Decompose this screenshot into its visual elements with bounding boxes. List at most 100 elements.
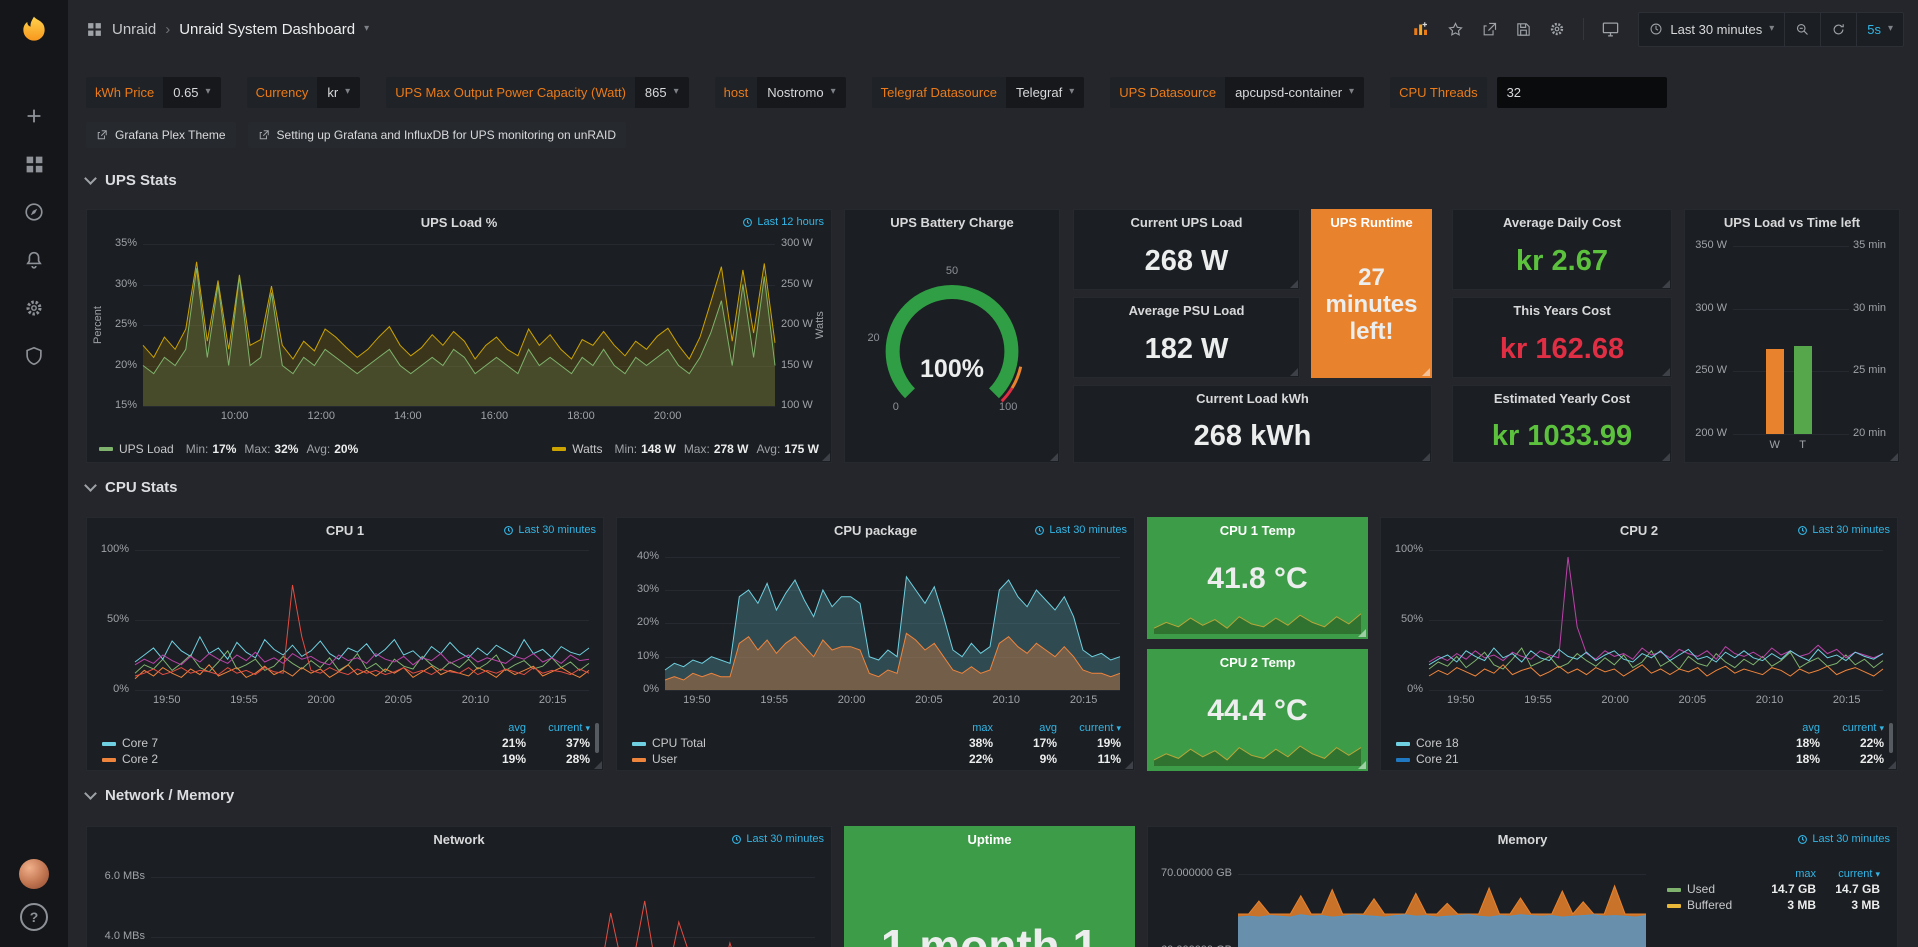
breadcrumb-app[interactable]: Unraid	[112, 21, 156, 38]
variable-value-dropdown[interactable]: apcupsd-container▾	[1225, 77, 1364, 108]
variable-value-dropdown[interactable]: 865▾	[635, 77, 689, 108]
refresh-interval-select[interactable]: 5s ▾	[1856, 13, 1903, 46]
legend-series-name[interactable]: Buffered	[1687, 898, 1732, 912]
panel-title[interactable]: Estimated Yearly Cost	[1494, 391, 1630, 406]
legend-sort-current[interactable]: current▾	[1821, 867, 1885, 881]
panel-title[interactable]: UPS Battery Charge	[890, 215, 1014, 230]
panel-time-override[interactable]: Last 30 minutes	[503, 524, 596, 536]
panel-title[interactable]: UPS Load vs Time left	[1724, 215, 1860, 230]
panel-title[interactable]: Memory	[1498, 832, 1548, 847]
panel-time-override[interactable]: Last 30 minutes	[731, 833, 824, 845]
legend-sort-avg[interactable]: avg	[1761, 721, 1825, 735]
dashboard-settings-button[interactable]	[1541, 14, 1573, 44]
legend-scrollbar[interactable]	[595, 723, 599, 753]
legend-value: 18%	[1761, 735, 1825, 751]
sort-caret-icon: ▾	[1875, 869, 1880, 879]
dashboard-link[interactable]: Setting up Grafana and InfluxDB for UPS …	[248, 122, 627, 148]
server-admin-button[interactable]	[14, 336, 54, 376]
help-button[interactable]: ?	[20, 903, 48, 931]
panel-title[interactable]: Network	[433, 832, 484, 847]
graph-cpu-2[interactable]: 0%50%100%19:5019:5520:0020:0520:1020:15	[1385, 544, 1893, 710]
variable-value-dropdown[interactable]: Telegraf▾	[1006, 77, 1084, 108]
panel-title[interactable]: This Years Cost	[1513, 303, 1610, 318]
save-button[interactable]	[1507, 14, 1539, 44]
time-range-picker[interactable]: Last 30 minutes ▾	[1639, 13, 1784, 46]
legend: avgcurrent▾Core 1818%22%Core 2118%22%	[1391, 721, 1889, 767]
explore-button[interactable]	[14, 192, 54, 232]
panel-time-override[interactable]: Last 30 minutes	[1797, 524, 1890, 536]
legend-series-name[interactable]: Core 2	[122, 752, 158, 766]
row-header-cpu-stats[interactable]: CPU Stats	[86, 479, 178, 496]
panel-title[interactable]: Uptime	[967, 832, 1011, 847]
legend-series-name[interactable]: Core 18	[1416, 736, 1459, 750]
variable-value-dropdown[interactable]: kr▾	[317, 77, 360, 108]
variable-value-dropdown[interactable]: 0.65▾	[163, 77, 220, 108]
graph-cpu-1[interactable]: 0%50%100%19:5019:5520:0020:0520:1020:15	[91, 544, 599, 710]
graph-cpu-package[interactable]: 0%10%20%30%40%19:5019:5520:0020:0520:102…	[621, 544, 1130, 710]
legend-series-name[interactable]: Used	[1687, 882, 1715, 896]
legend-series-name[interactable]: Watts	[572, 442, 602, 456]
legend-sort-max[interactable]: max	[934, 721, 998, 735]
alerting-button[interactable]	[14, 240, 54, 280]
add-panel-button[interactable]	[1405, 14, 1437, 44]
row-header-ups-stats[interactable]: UPS Stats	[86, 172, 177, 189]
chevron-down-icon: ▾	[1769, 24, 1774, 34]
grafana-logo[interactable]	[14, 10, 54, 50]
legend-series-name[interactable]: CPU Total	[652, 736, 706, 750]
cycle-view-button[interactable]	[1594, 14, 1626, 44]
chevron-down-icon	[84, 479, 97, 492]
legend-sort-current[interactable]: current▾	[1062, 721, 1126, 735]
panel-title[interactable]: CPU 1	[326, 523, 364, 538]
legend-scrollbar[interactable]	[1889, 723, 1893, 753]
legend-series-name[interactable]: Core 21	[1416, 752, 1459, 766]
panel-time-override[interactable]: Last 30 minutes	[1034, 524, 1127, 536]
cpu-threads-input[interactable]	[1497, 77, 1667, 108]
graph-memory[interactable]: 50.000000 GB60.000000 GB70.000000 GB	[1152, 853, 1648, 947]
axis-tick: 19:55	[750, 694, 798, 706]
panel-title[interactable]: Average PSU Load	[1129, 303, 1245, 318]
graph-ups-load[interactable]: 15%20%25%30%35%100 W150 W200 W250 W300 W…	[91, 236, 827, 428]
legend-sort-max[interactable]: max	[1757, 867, 1821, 881]
panel-title[interactable]: Current UPS Load	[1131, 215, 1243, 230]
graph-network[interactable]: 2.0 MBs4.0 MBs6.0 MBs	[91, 853, 827, 947]
refresh-button[interactable]	[1820, 13, 1856, 46]
panel-title[interactable]: CPU 2 Temp	[1220, 655, 1296, 670]
axis-tick: 50%	[91, 613, 129, 625]
legend-series-name[interactable]: User	[652, 752, 677, 766]
legend-series-name[interactable]: UPS Load	[119, 442, 174, 456]
dashboard-link[interactable]: Grafana Plex Theme	[86, 122, 236, 148]
panel-time-override[interactable]: Last 12 hours	[742, 216, 824, 228]
clock-icon	[1034, 525, 1045, 536]
dashboard-links: Grafana Plex Theme Setting up Grafana an…	[86, 122, 626, 148]
legend-stat-value: 175 W	[784, 442, 819, 456]
create-button[interactable]	[14, 96, 54, 136]
clock-icon	[503, 525, 514, 536]
legend-sort-avg[interactable]: avg	[467, 721, 531, 735]
user-avatar[interactable]	[19, 859, 49, 889]
panel-title[interactable]: UPS Load %	[421, 215, 498, 230]
bar-chart-ups-vs-time[interactable]: 200 W250 W300 W350 W20 min25 min30 min35…	[1687, 236, 1897, 458]
legend-value: 22%	[1825, 751, 1889, 767]
configuration-button[interactable]	[14, 288, 54, 328]
panel-title[interactable]: CPU package	[834, 523, 917, 538]
panel-title[interactable]: Current Load kWh	[1196, 391, 1309, 406]
dashboard-title[interactable]: Unraid System Dashboard	[179, 21, 355, 38]
variable-label: Telegraf Datasource	[872, 77, 1006, 108]
variable-value-dropdown[interactable]: Nostromo▾	[757, 77, 845, 108]
panel-time-override[interactable]: Last 30 minutes	[1797, 833, 1890, 845]
dashboards-button[interactable]	[14, 144, 54, 184]
share-button[interactable]	[1473, 14, 1505, 44]
legend-sort-current[interactable]: current▾	[531, 721, 595, 735]
legend-sort-current[interactable]: current▾	[1825, 721, 1889, 735]
zoom-out-button[interactable]	[1784, 13, 1820, 46]
panel-title[interactable]: CPU 2	[1620, 523, 1658, 538]
chevron-down-icon[interactable]: ▾	[364, 24, 369, 34]
panel-title[interactable]: CPU 1 Temp	[1220, 523, 1296, 538]
panel-title[interactable]: UPS Runtime	[1330, 215, 1412, 230]
star-button[interactable]	[1439, 14, 1471, 44]
panel-estimated-yearly-cost: Estimated Yearly Cost kr 1033.99	[1452, 385, 1672, 463]
legend-series-name[interactable]: Core 7	[122, 736, 158, 750]
row-header-network-memory[interactable]: Network / Memory	[86, 787, 234, 804]
legend-sort-avg[interactable]: avg	[998, 721, 1062, 735]
panel-title[interactable]: Average Daily Cost	[1503, 215, 1621, 230]
